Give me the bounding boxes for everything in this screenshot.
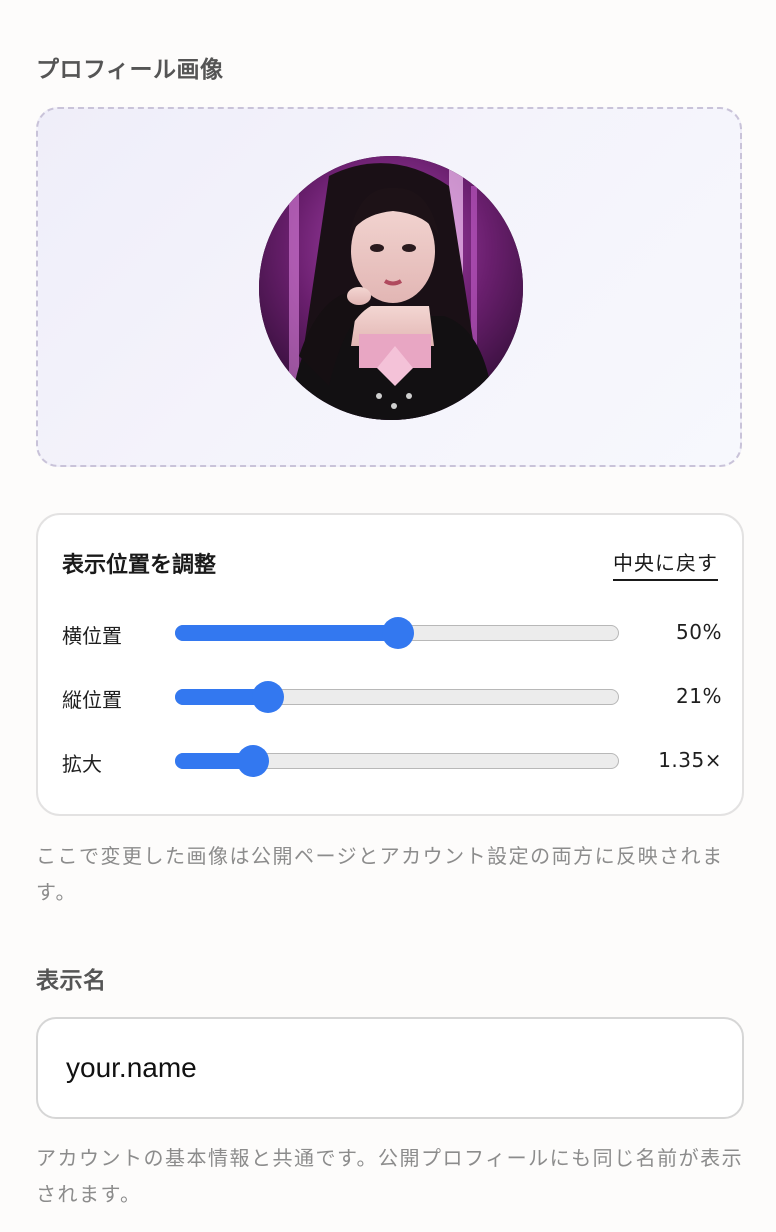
slider-value: 50%	[676, 620, 722, 644]
profile-image-label: プロフィール画像	[36, 57, 224, 83]
zoom-slider[interactable]	[174, 745, 619, 777]
position-adjust-card: 表示位置を調整 中央に戻す 横位置 50% 縦位置 21% 拡大 1.35×	[36, 513, 744, 816]
slider-fill	[174, 624, 398, 641]
avatar-image	[259, 156, 523, 420]
profile-settings-page: プロフィール画像 表示位置を調整 中央に戻す 横位置 50% 縦位置 21% 拡…	[0, 0, 776, 1232]
horizontal-position-slider[interactable]	[174, 617, 619, 649]
slider-label: 縦位置	[62, 688, 122, 712]
vertical-position-row: 縦位置 21%	[62, 677, 722, 717]
slider-thumb[interactable]	[381, 617, 414, 649]
horizontal-position-row: 横位置 50%	[62, 613, 722, 653]
avatar[interactable]	[259, 156, 523, 420]
image-help-text: ここで変更した画像は公開ページとアカウント設定の両方に反映されます。	[36, 844, 724, 904]
profile-image-dropzone[interactable]	[36, 107, 742, 467]
display-name-label: 表示名	[36, 968, 107, 994]
reset-center-button[interactable]: 中央に戻す	[613, 547, 718, 581]
slider-thumb[interactable]	[251, 681, 284, 713]
vertical-position-slider[interactable]	[174, 681, 619, 713]
adjust-title: 表示位置を調整	[62, 553, 217, 578]
zoom-row: 拡大 1.35×	[62, 741, 722, 781]
display-name-input[interactable]	[36, 1017, 744, 1119]
slider-label: 横位置	[62, 624, 122, 648]
slider-value: 1.35×	[658, 748, 722, 772]
slider-label: 拡大	[62, 752, 102, 776]
slider-value: 21%	[676, 684, 722, 708]
slider-thumb[interactable]	[236, 745, 269, 777]
display-name-help-text: アカウントの基本情報と共通です。公開プロフィールにも同じ名前が表示されます。	[36, 1146, 744, 1206]
